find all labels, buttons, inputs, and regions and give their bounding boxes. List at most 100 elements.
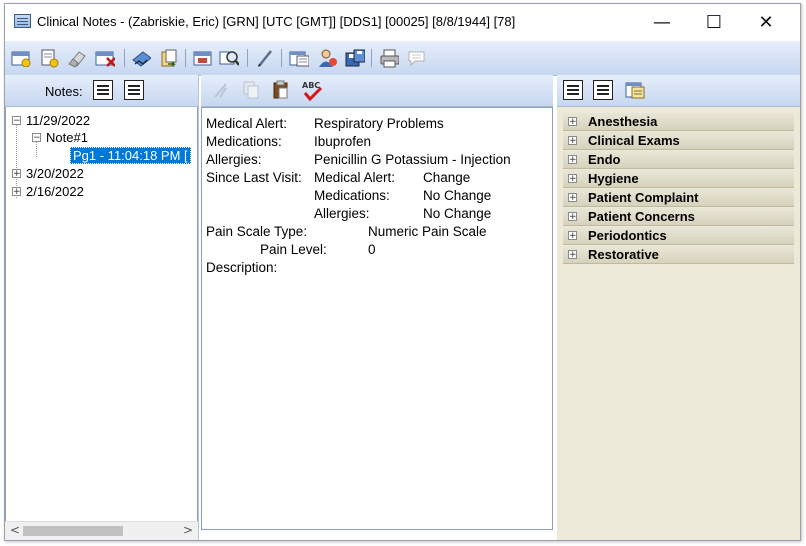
medical-alert-label: Medical Alert: xyxy=(206,116,288,131)
notes-tree[interactable]: − 11/29/2022 − Note#1 Pg1 - 11:04:18 PM … xyxy=(5,107,198,522)
tree-node-page[interactable]: Pg1 - 11:04:18 PM [ xyxy=(70,147,191,164)
scroll-right-icon[interactable]: > xyxy=(183,523,193,537)
toolbar-separator xyxy=(124,49,125,67)
category-label: Restorative xyxy=(588,247,659,262)
category-label: Periodontics xyxy=(588,228,667,243)
category-label: Patient Concerns xyxy=(588,209,695,224)
pen-icon[interactable] xyxy=(255,48,275,68)
expand-icon[interactable]: + xyxy=(568,117,577,127)
notes-label: Notes: xyxy=(45,84,83,99)
scroll-left-icon[interactable]: < xyxy=(10,523,20,537)
preview-icon[interactable] xyxy=(193,48,213,68)
category-patient-complaint[interactable]: + Patient Complaint xyxy=(563,189,794,207)
category-label: Clinical Exams xyxy=(588,133,680,148)
category-label: Endo xyxy=(588,152,621,167)
category-anesthesia[interactable]: + Anesthesia xyxy=(563,113,794,131)
new-page-icon[interactable] xyxy=(39,48,59,68)
tree-node-label: 11/29/2022 xyxy=(26,113,91,128)
toolbar-separator xyxy=(281,49,282,67)
expand-icon[interactable]: + xyxy=(568,231,577,241)
category-label: Anesthesia xyxy=(588,114,658,129)
paste-icon[interactable] xyxy=(271,80,291,100)
expand-icon[interactable]: + xyxy=(568,174,577,184)
category-label: Hygiene xyxy=(588,171,639,186)
notes-tree-pane: Notes: − 11/29/2022 − Note#1 Pg1 - 11:04… xyxy=(5,75,199,540)
note-content[interactable]: Medical Alert: Respiratory Problems Medi… xyxy=(201,107,553,530)
collapse-icon[interactable]: − xyxy=(12,116,21,126)
expand-all-icon[interactable] xyxy=(93,80,113,100)
slv-medical-alert-value: Change xyxy=(423,170,471,185)
provider-icon[interactable] xyxy=(317,48,337,68)
expand-icon[interactable]: + xyxy=(12,187,21,197)
category-endo[interactable]: + Endo xyxy=(563,151,794,169)
slv-medications-value: No Change xyxy=(423,188,492,203)
maximize-button[interactable]: ☐ xyxy=(691,4,737,40)
medical-alert-value: Respiratory Problems xyxy=(314,116,444,131)
pain-scale-type-value: Numeric Pain Scale xyxy=(368,224,487,239)
category-periodontics[interactable]: + Periodontics xyxy=(563,227,794,245)
notes-header: Notes: xyxy=(5,75,198,107)
editor-toolbar: ABC xyxy=(201,75,553,107)
minimize-button[interactable]: — xyxy=(639,4,685,40)
copy-icon[interactable] xyxy=(241,80,261,100)
toolbar-separator xyxy=(185,49,186,67)
search-icon[interactable] xyxy=(219,48,239,68)
allergies-value: Penicillin G Potassium - Injection xyxy=(314,152,511,167)
eraser-icon[interactable] xyxy=(67,48,87,68)
slv-medical-alert-label: Medical Alert: xyxy=(314,170,396,185)
medications-label: Medications: xyxy=(206,134,282,149)
clinical-notes-window: Clinical Notes - (Zabriskie, Eric) [GRN]… xyxy=(4,3,801,541)
window-title: Clinical Notes - (Zabriskie, Eric) [GRN]… xyxy=(37,14,516,29)
collapse-all-icon[interactable] xyxy=(124,80,144,100)
pain-level-label: Pain Level: xyxy=(260,242,327,257)
sign-icon[interactable] xyxy=(131,48,151,68)
edit-categories-icon[interactable] xyxy=(625,80,645,100)
category-hygiene[interactable]: + Hygiene xyxy=(563,170,794,188)
new-note-icon[interactable] xyxy=(11,48,31,68)
tree-node-label-selected: Pg1 - 11:04:18 PM [ xyxy=(70,147,191,164)
slv-allergies-label: Allergies: xyxy=(314,206,370,221)
toolbar-separator xyxy=(247,49,248,67)
main-toolbar xyxy=(5,41,800,76)
allergies-label: Allergies: xyxy=(206,152,262,167)
close-button[interactable]: ✕ xyxy=(743,4,789,40)
template-icon[interactable] xyxy=(289,48,309,68)
title-bar: Clinical Notes - (Zabriskie, Eric) [GRN]… xyxy=(5,4,800,40)
horizontal-scrollbar[interactable]: < > xyxy=(5,521,198,540)
copy-forward-icon[interactable] xyxy=(159,48,179,68)
category-patient-concerns[interactable]: + Patient Concerns xyxy=(563,208,794,226)
expand-all-icon[interactable] xyxy=(563,80,583,100)
scrollbar-thumb[interactable] xyxy=(23,526,123,536)
slv-allergies-value: No Change xyxy=(423,206,492,221)
collapse-all-icon[interactable] xyxy=(593,80,613,100)
tree-node-label: 3/20/2022 xyxy=(26,166,84,181)
slv-medications-label: Medications: xyxy=(314,188,390,203)
categories-pane: + Anesthesia + Clinical Exams + Endo + Hygie… xyxy=(557,75,800,540)
expand-icon[interactable]: + xyxy=(568,136,577,146)
svg-text:ABC: ABC xyxy=(302,81,320,90)
toolbar-separator xyxy=(371,49,372,67)
tree-node-label: 2/16/2022 xyxy=(26,184,84,199)
cut-icon[interactable] xyxy=(211,80,231,100)
expand-icon[interactable]: + xyxy=(568,250,577,260)
spell-check-icon[interactable]: ABC xyxy=(301,80,323,102)
expand-icon[interactable]: + xyxy=(568,193,577,203)
medications-value: Ibuprofen xyxy=(314,134,372,149)
description-label: Description: xyxy=(206,260,278,275)
tree-node-label: Note#1 xyxy=(46,130,88,145)
pain-scale-type-label: Pain Scale Type: xyxy=(206,224,308,239)
pain-level-value: 0 xyxy=(368,242,376,257)
category-clinical-exams[interactable]: + Clinical Exams xyxy=(563,132,794,150)
expand-icon[interactable]: + xyxy=(568,155,577,165)
delete-note-icon[interactable] xyxy=(95,48,115,68)
expand-icon[interactable]: + xyxy=(568,212,577,222)
category-label: Patient Complaint xyxy=(588,190,699,205)
collapse-icon[interactable]: − xyxy=(32,133,41,143)
app-icon xyxy=(14,14,31,28)
note-content-pane: ABC Medical Alert: Respiratory Problems … xyxy=(201,75,553,540)
comment-icon[interactable] xyxy=(407,48,427,68)
save-icon[interactable] xyxy=(345,48,365,68)
expand-icon[interactable]: + xyxy=(12,169,21,179)
category-restorative[interactable]: + Restorative xyxy=(563,246,794,264)
print-icon[interactable] xyxy=(379,48,399,68)
